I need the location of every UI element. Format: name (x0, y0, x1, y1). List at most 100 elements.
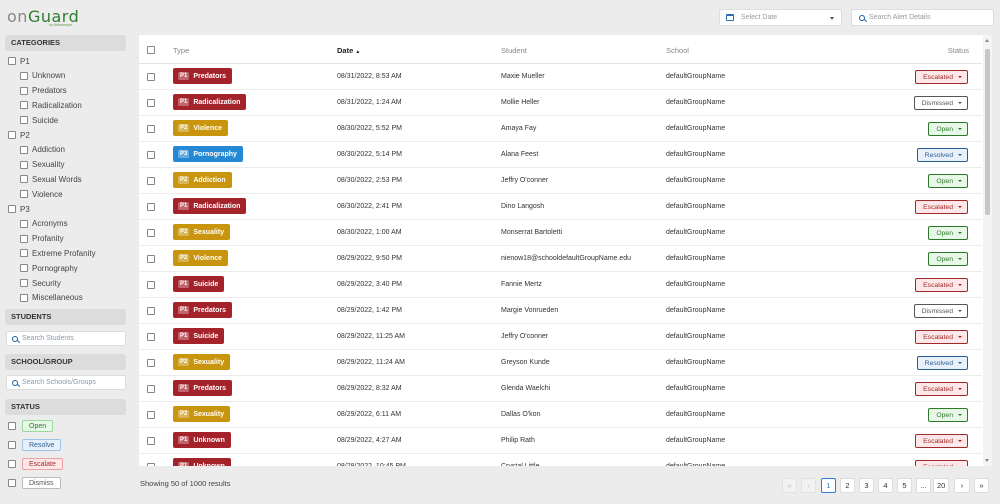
column-school[interactable]: School (666, 46, 689, 55)
row-checkbox[interactable] (147, 255, 155, 263)
table-row[interactable]: P2 Addiction 08/30/2022, 2:53 PM Jeffry O'c… (139, 168, 982, 194)
page-1-button[interactable]: 1 (821, 478, 836, 493)
status-dropdown[interactable]: Escalated (915, 200, 968, 214)
checkbox[interactable] (8, 205, 16, 213)
checkbox[interactable] (20, 219, 28, 228)
category-addiction[interactable]: Addiction (20, 143, 65, 157)
table-row[interactable]: P2 Sexuality 08/29/2022, 11:24 AM Greyson K… (139, 350, 982, 376)
last-page-button[interactable]: » (974, 478, 989, 493)
checkbox[interactable] (20, 116, 28, 125)
row-checkbox[interactable] (147, 203, 155, 211)
category-suicide[interactable]: Suicide (20, 113, 58, 127)
first-page-button[interactable]: « (782, 478, 797, 493)
search-schools-input[interactable]: Search Schools/Groups (6, 375, 126, 390)
page-3-button[interactable]: 3 (859, 478, 874, 493)
next-page-button[interactable]: › (954, 478, 970, 493)
checkbox[interactable] (20, 101, 28, 110)
category-predators[interactable]: Predators (20, 84, 67, 98)
status-filter-open[interactable]: Open (8, 419, 54, 433)
table-row[interactable]: P2 Violence 08/30/2022, 5:52 PM Amaya Fay de… (139, 116, 982, 142)
status-dropdown[interactable]: Escalated (915, 330, 968, 344)
row-checkbox[interactable] (147, 151, 155, 159)
table-row[interactable]: P1 Predators 08/31/2022, 8:53 AM Maxie Muel… (139, 64, 982, 90)
checkbox[interactable] (20, 293, 28, 302)
checkbox[interactable] (20, 234, 28, 243)
checkbox[interactable] (20, 71, 28, 80)
checkbox[interactable] (20, 160, 28, 169)
row-checkbox[interactable] (147, 411, 155, 419)
table-row[interactable]: P1 Radicalization 08/30/2022, 2:41 PM Dino … (139, 194, 982, 220)
checkbox[interactable] (20, 175, 28, 184)
status-dropdown[interactable]: Open (928, 252, 968, 266)
row-checkbox[interactable] (147, 125, 155, 133)
table-row[interactable]: P1 Radicalization 08/31/2022, 1:24 AM Molli… (139, 90, 982, 116)
category-p3[interactable]: P3 (8, 202, 30, 216)
row-checkbox[interactable] (147, 99, 155, 107)
status-dropdown[interactable]: Dismissed (913, 304, 968, 318)
category-unknown[interactable]: Unknown (20, 69, 65, 83)
checkbox[interactable] (20, 279, 28, 287)
row-checkbox[interactable] (147, 463, 155, 466)
status-filter-escalate[interactable]: Escalate (8, 457, 63, 471)
row-checkbox[interactable] (147, 229, 155, 237)
category-p1[interactable]: P1 (8, 54, 30, 68)
checkbox[interactable] (8, 460, 16, 468)
status-dropdown[interactable]: Resolved (916, 148, 968, 162)
status-dropdown[interactable]: Open (928, 408, 968, 422)
status-dropdown[interactable]: Escalated (915, 460, 968, 466)
select-all-checkbox[interactable] (147, 46, 155, 54)
scrollbar-thumb[interactable] (985, 49, 990, 215)
checkbox[interactable] (20, 249, 28, 258)
category-sexual-words[interactable]: Sexual Words (20, 172, 82, 186)
status-dropdown[interactable]: Escalated (915, 434, 968, 448)
row-checkbox[interactable] (147, 437, 155, 445)
row-checkbox[interactable] (147, 281, 155, 289)
row-checkbox[interactable] (147, 385, 155, 393)
row-checkbox[interactable] (147, 73, 155, 81)
row-checkbox[interactable] (147, 359, 155, 367)
category-sexuality[interactable]: Sexuality (20, 158, 64, 172)
table-row[interactable]: P2 Sexuality 08/29/2022, 6:11 AM Dallas O'k… (139, 402, 982, 428)
page-2-button[interactable]: 2 (840, 478, 855, 493)
search-students-input[interactable]: Search Students (6, 331, 126, 346)
column-date[interactable]: Date ▲ (337, 46, 360, 55)
status-filter-dismiss[interactable]: Dismiss (8, 476, 61, 490)
checkbox[interactable] (8, 422, 16, 430)
checkbox[interactable] (8, 57, 16, 65)
page-4-button[interactable]: 4 (878, 478, 893, 493)
row-checkbox[interactable] (147, 333, 155, 341)
checkbox[interactable] (8, 441, 16, 449)
table-row[interactable]: P1 Predators 08/29/2022, 1:42 PM Margie Von… (139, 298, 982, 324)
checkbox[interactable] (8, 131, 16, 139)
status-dropdown[interactable]: Escalated (915, 70, 968, 84)
column-status[interactable]: Status (948, 46, 969, 55)
prev-page-button[interactable]: ‹ (801, 478, 816, 493)
category-p2[interactable]: P2 (8, 128, 30, 142)
column-type[interactable]: Type (173, 46, 189, 55)
table-row[interactable]: P1Unknown 08/28/2022, 10:45 PM Crystal Lit… (139, 454, 982, 466)
status-dropdown[interactable]: Open (928, 122, 968, 136)
category-security[interactable]: Security (20, 276, 61, 290)
page-20-button[interactable]: 20 (933, 478, 950, 493)
checkbox[interactable] (20, 86, 28, 95)
category-violence[interactable]: Violence (20, 187, 63, 201)
status-dropdown[interactable]: Open (928, 174, 968, 188)
category-pornography[interactable]: Pornography (20, 261, 78, 275)
scroll-down-icon[interactable] (985, 459, 989, 462)
category-radicalization[interactable]: Radicalization (20, 98, 82, 112)
page-5-button[interactable]: 5 (897, 478, 912, 493)
category-acronyms[interactable]: Acronyms (20, 217, 68, 231)
column-student[interactable]: Student (501, 46, 527, 55)
row-checkbox[interactable] (147, 177, 155, 185)
table-row[interactable]: P2 Violence 08/29/2022, 9:50 PM nienow18@sc… (139, 246, 982, 272)
category-extreme-profanity[interactable]: Extreme Profanity (20, 246, 96, 260)
checkbox[interactable] (20, 264, 28, 273)
scroll-up-icon[interactable] (985, 39, 989, 42)
scrollbar[interactable] (983, 35, 992, 466)
table-row[interactable]: P1 Predators 08/29/2022, 8:32 AM Glenda Wae… (139, 376, 982, 402)
search-alert-details-input[interactable]: Search Alert Details (851, 9, 994, 26)
status-filter-resolve[interactable]: Resolve (8, 438, 62, 452)
status-dropdown[interactable]: Resolved (916, 356, 968, 370)
table-row[interactable]: P1 Unknown 08/29/2022, 4:27 AM Philip Rath d… (139, 428, 982, 454)
table-row[interactable]: P3 Pornography 08/30/2022, 5:14 PM Alana Fe… (139, 142, 982, 168)
